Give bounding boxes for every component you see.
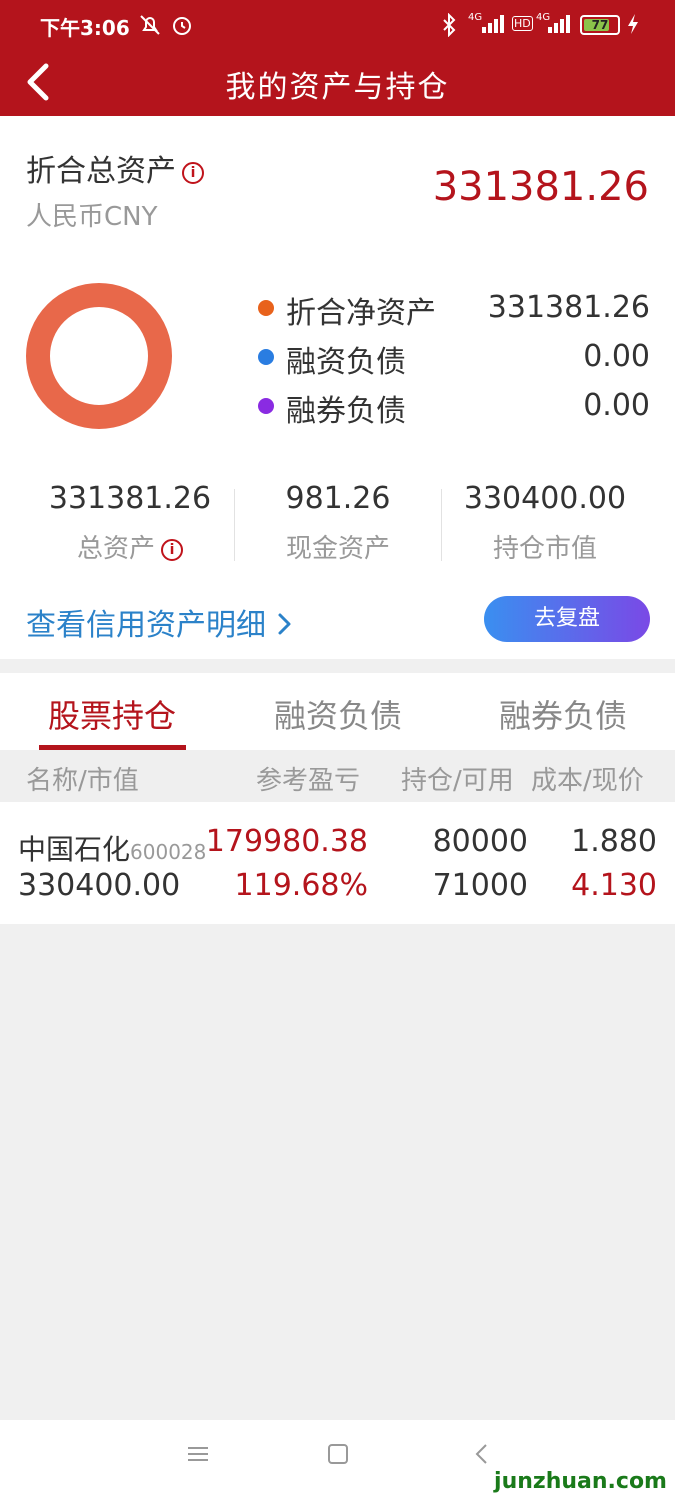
- legend-label: 折合净资产: [286, 296, 436, 331]
- legend-value: 0.00: [583, 388, 650, 423]
- stat-position-value: 330400.00 持仓市值: [441, 481, 649, 565]
- current-price: 4.130: [571, 868, 657, 903]
- charging-icon: [626, 13, 640, 40]
- stock-name: 中国石化: [18, 833, 131, 866]
- table-header: 名称/市值 参考盈亏 持仓/可用 成本/现价: [0, 750, 675, 802]
- legend-net-assets: 折合净资产 331381.26: [258, 288, 650, 331]
- pnl-value: 179980.38: [205, 824, 368, 859]
- credit-detail-label: 查看信用资产明细: [26, 608, 266, 643]
- holding-qty: 80000: [432, 824, 528, 859]
- hd-label: HD: [512, 16, 533, 31]
- tab-short-debt[interactable]: 融券负债: [499, 691, 627, 737]
- system-nav-bar: junzhuan.com: [0, 1420, 675, 1500]
- stat-label: 持仓市值: [492, 534, 597, 564]
- stat-label-text: 总资产: [76, 534, 155, 564]
- notification-muted-icon: [138, 13, 162, 42]
- donut-ring: [26, 283, 172, 429]
- asset-donut-chart: [26, 283, 172, 429]
- holdings-tabs: 股票持仓 融资负债 融券负债: [0, 673, 675, 750]
- legend-dot: [258, 398, 274, 414]
- legend-label: 融券负债: [286, 394, 406, 429]
- alarm-icon: [170, 13, 194, 42]
- signal-icon-2: [546, 13, 572, 40]
- available-qty: 71000: [432, 868, 528, 903]
- menu-icon[interactable]: [186, 1442, 210, 1473]
- legend-dot: [258, 349, 274, 365]
- stat-value: 981.26: [285, 481, 391, 516]
- chevron-right-icon: [278, 613, 291, 635]
- legend-margin-debt: 融资负债 0.00: [258, 337, 650, 380]
- page-title: 我的资产与持仓: [225, 70, 450, 105]
- info-icon[interactable]: i: [182, 162, 204, 184]
- total-assets-heading: 折合总资产 i: [26, 146, 204, 190]
- status-time: 下午3:06: [40, 16, 130, 40]
- square-icon[interactable]: [326, 1442, 350, 1473]
- legend-label: 融资负债: [286, 345, 406, 380]
- stat-label: 总资产 i: [26, 528, 234, 565]
- triangle-back-icon[interactable]: [470, 1442, 494, 1473]
- replay-button[interactable]: 去复盘: [484, 596, 650, 642]
- column-header-pnl: 参考盈亏: [256, 766, 361, 796]
- legend-value: 0.00: [583, 339, 650, 374]
- battery-level: 77: [591, 18, 609, 32]
- credit-detail-link[interactable]: 查看信用资产明细: [26, 600, 294, 644]
- info-icon[interactable]: i: [161, 539, 183, 561]
- stock-code: 600028: [130, 840, 207, 864]
- cost-price: 1.880: [571, 824, 657, 859]
- tab-margin-debt[interactable]: 融资负债: [274, 691, 402, 737]
- legend-short-debt: 融券负债 0.00: [258, 386, 650, 429]
- column-header-name: 名称/市值: [26, 766, 139, 796]
- watermark: junzhuan.com: [494, 1469, 667, 1494]
- asset-summary-card: 折合总资产 i 人民币CNY 331381.26 折合净资产 331381.26 …: [0, 116, 675, 659]
- nav-bar: 我的资产与持仓: [0, 50, 675, 116]
- signal-icon: [480, 13, 506, 40]
- total-assets-label: 折合总资产: [26, 154, 176, 189]
- legend-dot: [258, 300, 274, 316]
- stock-name-cell: 中国石化600028: [18, 828, 206, 868]
- stat-cash-assets: 981.26 现金资产: [234, 481, 442, 565]
- stat-value: 330400.00: [463, 481, 627, 516]
- bluetooth-icon: [440, 12, 458, 42]
- legend-value: 331381.26: [487, 290, 650, 325]
- market-value: 330400.00: [18, 868, 181, 903]
- battery-icon: 77: [580, 15, 620, 35]
- table-row[interactable]: 中国石化600028 330400.00 179980.38 119.68% 8…: [0, 802, 675, 924]
- stat-label: 现金资产: [285, 534, 390, 564]
- stat-total-assets: 331381.26 总资产 i: [26, 481, 234, 565]
- column-header-holding: 持仓/可用: [401, 766, 514, 796]
- pnl-percent: 119.68%: [234, 868, 368, 903]
- total-assets-value: 331381.26: [432, 164, 649, 210]
- column-header-cost: 成本/现价: [531, 766, 644, 796]
- tab-stock-holdings[interactable]: 股票持仓: [48, 691, 176, 737]
- status-bar: 下午3:06 4G HD 4G 77: [0, 0, 675, 50]
- stat-value: 331381.26: [48, 481, 212, 516]
- currency-label: 人民币CNY: [26, 202, 158, 232]
